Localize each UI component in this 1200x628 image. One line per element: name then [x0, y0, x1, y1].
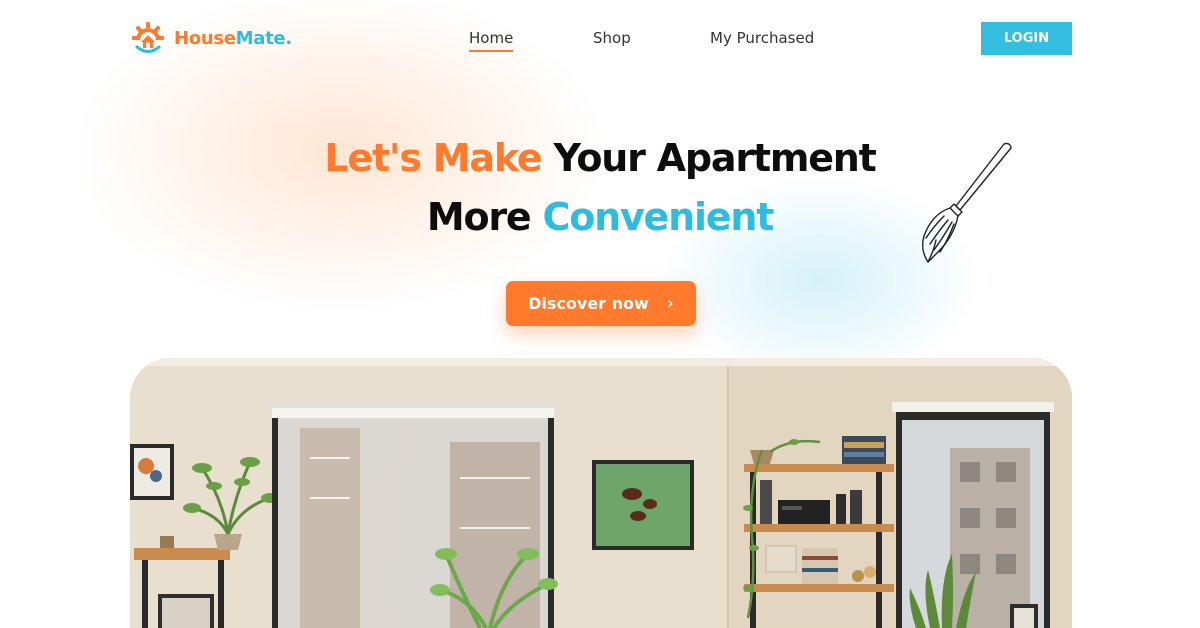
broom-icon: [921, 142, 1012, 263]
chevron-right-icon: ›: [666, 293, 674, 314]
hero-title-highlight-blue: Convenient: [542, 195, 775, 239]
hero-title-line2: More Convenient: [0, 188, 1200, 246]
login-button[interactable]: LOGIN: [981, 22, 1072, 55]
landing-page: HouseMate. Home Shop My Purchased LOGIN …: [0, 0, 1200, 628]
nav-shop[interactable]: Shop: [593, 29, 631, 47]
brand-name-mate: Mate.: [235, 27, 293, 49]
hero-title-line2-text: More: [426, 195, 543, 239]
hero-title-highlight-orange: Let's Make: [324, 136, 542, 180]
brand-name-house: House: [174, 27, 236, 49]
gear-house-logo-icon: [132, 22, 164, 53]
brand-name: HouseMate.: [174, 28, 292, 49]
nav-home[interactable]: Home: [469, 29, 514, 52]
nav-my-purchased[interactable]: My Purchased: [710, 29, 814, 47]
brand-logo[interactable]: HouseMate.: [130, 20, 292, 56]
discover-now-label: Discover now: [528, 294, 649, 313]
discover-now-button[interactable]: Discover now ›: [506, 281, 696, 326]
hero-title-line1: Let's Make Your Apartment: [0, 129, 1200, 187]
hero-title-line1-text: Your Apartment: [541, 136, 877, 180]
apartment-living-room-photo: [130, 358, 1072, 628]
